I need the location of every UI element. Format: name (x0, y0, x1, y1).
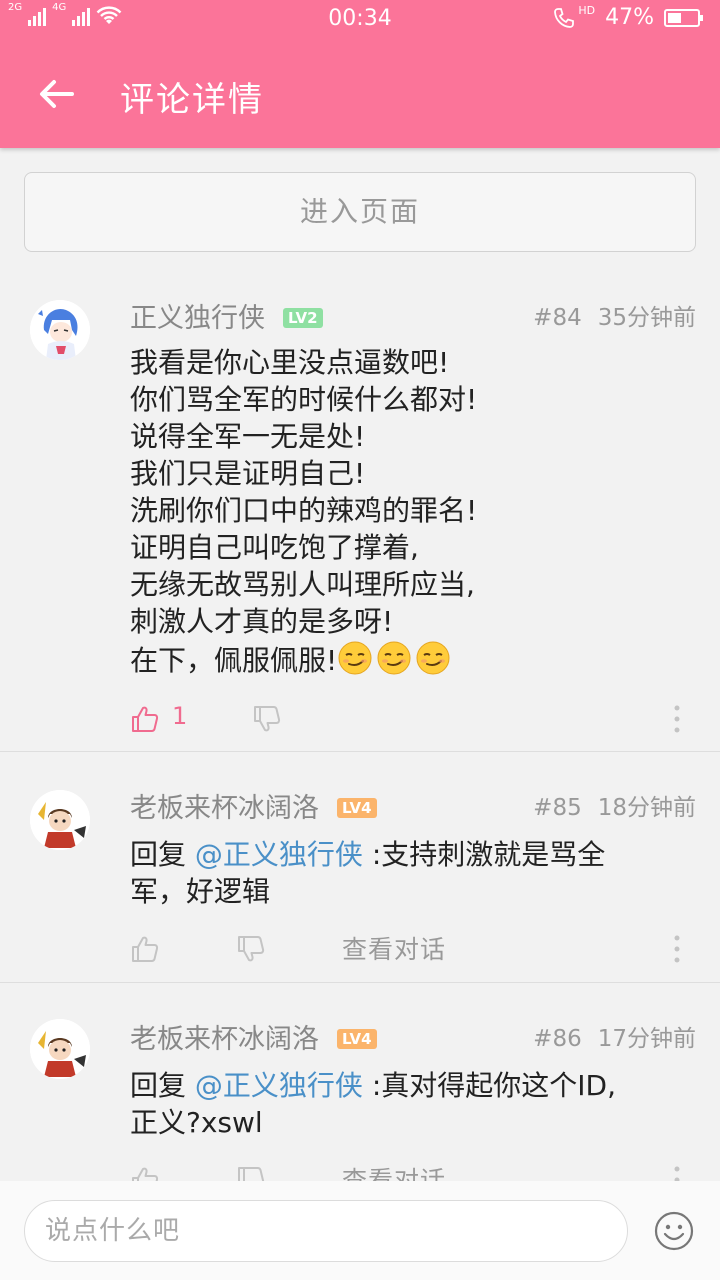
chibi-character-avatar-icon (30, 790, 90, 850)
avatar[interactable] (30, 790, 90, 850)
comment-meta: #86 17分钟前 (533, 1019, 696, 1053)
comment-item: 老板来杯冰阔洛 LV4 #85 18分钟前 回复 @正义独行侠 :支持刺激就是骂全 … (0, 752, 720, 983)
reply-text: :支持刺激就是骂全 (362, 838, 606, 871)
smile-face-icon[interactable] (654, 1211, 694, 1251)
comment-body: 回复 @正义独行侠 :真对得起你这个ID, 正义?xswl (130, 1067, 700, 1141)
comment-input[interactable]: 说点什么吧 (24, 1200, 628, 1262)
enter-page-button[interactable]: 进入页面 (24, 172, 696, 252)
mention-link[interactable]: @正义独行侠 (195, 838, 363, 871)
floor-number: #86 (533, 1026, 582, 1052)
emoji-row (337, 641, 454, 677)
comment-username[interactable]: 正义独行侠 LV2 (130, 296, 323, 335)
thumbs-down-icon[interactable] (252, 704, 282, 734)
avatar[interactable] (30, 1019, 90, 1079)
comment-line: 无缘无故骂别人叫理所应当, (130, 568, 475, 601)
status-bar: 2G 4G 00:34 HD 47% (0, 0, 720, 38)
comment-line: 你们骂全军的时候什么都对! (130, 383, 478, 416)
comment-line: 回复 @正义独行侠 :支持刺激就是骂全 (130, 836, 700, 873)
battery-icon (664, 8, 703, 27)
floor-number: #84 (533, 305, 582, 331)
username-text[interactable]: 老板来杯冰阔洛 (130, 1024, 319, 1055)
comment-line-last: 在下，佩服佩服! (130, 640, 700, 679)
floor-number: #85 (533, 795, 582, 821)
comment-time: 17分钟前 (597, 1026, 696, 1052)
comment-username[interactable]: 老板来杯冰阔洛 LV4 (130, 786, 377, 825)
thumbs-down-icon[interactable] (236, 934, 266, 964)
view-conversation-link[interactable]: 查看对话 (342, 930, 446, 966)
more-options-icon[interactable] (672, 704, 682, 734)
comment-line: 洗刷你们口中的辣鸡的罪名! (130, 494, 478, 527)
smirk-emoji-icon (416, 641, 450, 675)
reply-prefix: 回复 (130, 1069, 195, 1102)
comment-line: 说得全军一无是处! (130, 420, 366, 453)
comment-line: 证明自己叫吃饱了撑着, (130, 531, 419, 564)
smirk-emoji-icon (377, 641, 411, 675)
comment-username[interactable]: 老板来杯冰阔洛 LV4 (130, 1017, 377, 1056)
comment-meta: #85 18分钟前 (533, 788, 696, 822)
reply-text: :真对得起你这个ID, (362, 1069, 616, 1102)
comment-item: 正义独行侠 LV2 #84 35分钟前 我看是你心里没点逼数吧! 你们骂全军的时候什… (0, 270, 720, 752)
comment-line: 正义?xswl (130, 1106, 263, 1139)
comment-list: 正义独行侠 LV2 #84 35分钟前 我看是你心里没点逼数吧! 你们骂全军的时候什… (0, 270, 720, 1223)
username-text[interactable]: 正义独行侠 (130, 303, 265, 334)
reply-prefix: 回复 (130, 838, 195, 871)
more-options-icon[interactable] (672, 934, 682, 964)
level-badge: LV4 (337, 1029, 377, 1049)
battery-percent: 47% (605, 5, 654, 30)
call-icon (554, 7, 575, 28)
comment-input-bar: 说点什么吧 (0, 1181, 720, 1280)
comment-body: 我看是你心里没点逼数吧! 你们骂全军的时候什么都对! 说得全军一无是处! 我们只… (130, 344, 700, 679)
back-arrow-icon[interactable] (32, 70, 80, 118)
level-badge: LV2 (283, 308, 323, 328)
comment-actions: 1 (130, 702, 696, 744)
page-title: 评论详情 (120, 80, 264, 120)
username-text[interactable]: 老板来杯冰阔洛 (130, 793, 319, 824)
comment-time: 18分钟前 (597, 795, 696, 821)
chibi-character-avatar-icon (30, 1019, 90, 1079)
thumbs-up-icon[interactable] (130, 704, 160, 734)
comment-meta: #84 35分钟前 (533, 298, 696, 332)
comment-line: 军，好逻辑 (130, 875, 271, 908)
avatar[interactable] (30, 300, 90, 360)
mention-link[interactable]: @正义独行侠 (195, 1069, 363, 1102)
thumbs-up-icon[interactable] (130, 934, 160, 964)
smirk-emoji-icon (338, 641, 372, 675)
comment-actions: 查看对话 (130, 934, 696, 974)
hd-indicator: HD (578, 4, 596, 17)
app-root: 2G 4G 00:34 HD 47% 评论详情 进入页面 正义独行侠 LV2 #… (0, 0, 720, 1280)
like-count: 1 (172, 702, 188, 730)
anime-girl-avatar-icon (30, 300, 90, 360)
app-header: 2G 4G 00:34 HD 47% 评论详情 (0, 0, 720, 148)
comment-line: 回复 @正义独行侠 :真对得起你这个ID, (130, 1067, 700, 1104)
level-badge: LV4 (337, 798, 377, 818)
comment-line: 我们只是证明自己! (130, 457, 366, 490)
comment-time: 35分钟前 (597, 305, 696, 331)
comment-line: 我看是你心里没点逼数吧! (130, 346, 450, 379)
comment-body: 回复 @正义独行侠 :支持刺激就是骂全 军，好逻辑 (130, 836, 700, 910)
comment-line: 刺激人才真的是多呀! (130, 605, 394, 638)
comment-line-text: 在下，佩服佩服! (130, 644, 338, 677)
